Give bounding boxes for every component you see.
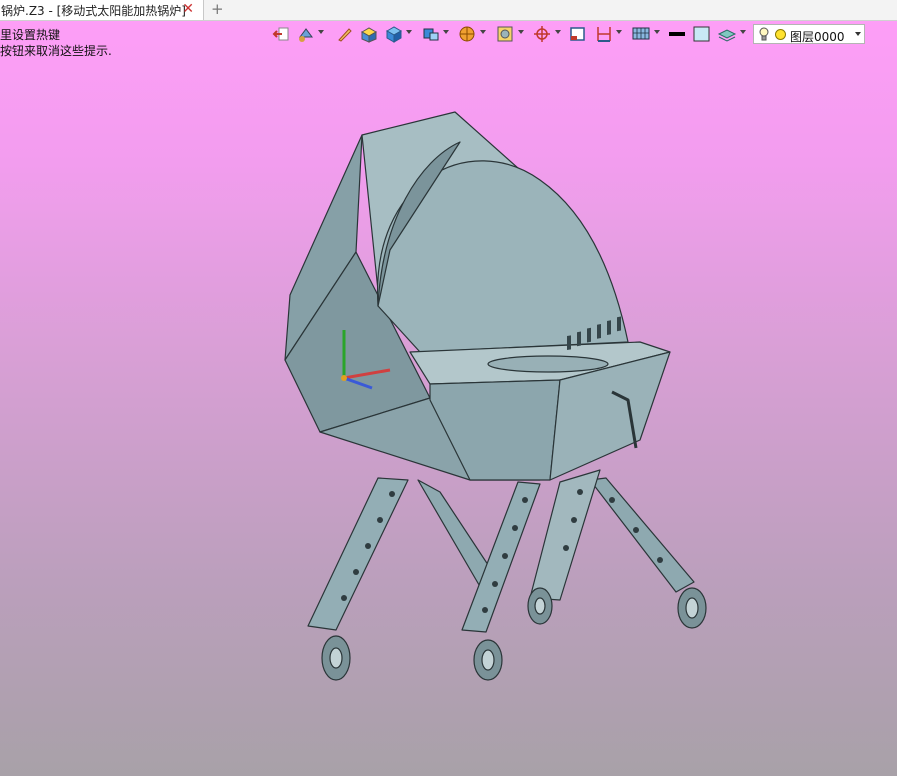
line-color-swatch[interactable] <box>667 25 687 43</box>
new-tab-button[interactable]: + <box>211 0 224 18</box>
caster-wheels <box>321 587 707 681</box>
dimension-icon[interactable] <box>594 25 614 43</box>
fill-color-swatch[interactable] <box>692 25 712 43</box>
cube-icon[interactable] <box>384 25 404 43</box>
frame-icon[interactable] <box>495 25 515 43</box>
hint-text-line-2: 按钮来取消这些提示. <box>0 44 112 58</box>
front-right-leg <box>529 469 601 601</box>
document-tab-bar: 锅炉.Z3 - [移动式太阳能加热锅炉] ✕ + <box>0 0 897 21</box>
dimension-dropdown-arrow[interactable] <box>616 30 622 34</box>
hint-text-line-1: 里设置热键 <box>0 28 61 42</box>
layers-icon[interactable] <box>717 25 737 43</box>
box-face-icon[interactable] <box>359 25 379 43</box>
front-left-leg <box>307 477 409 631</box>
cube-dropdown-arrow[interactable] <box>406 30 412 34</box>
back-right-leg <box>589 477 695 593</box>
crosshair-icon[interactable] <box>532 25 552 43</box>
lightbulb-icon <box>759 27 769 41</box>
document-tab-title: 锅炉.Z3 - [移动式太阳能加热锅炉] <box>1 3 186 18</box>
sphere-icon[interactable] <box>457 25 477 43</box>
pencil-icon[interactable] <box>335 25 355 43</box>
exit-icon[interactable] <box>272 25 292 43</box>
layer-color-icon <box>775 29 786 40</box>
grid-icon[interactable] <box>631 25 651 43</box>
display-mode-icon[interactable] <box>421 25 441 43</box>
display-mode-dropdown-arrow[interactable] <box>443 30 449 34</box>
sphere-dropdown-arrow[interactable] <box>480 30 486 34</box>
square-icon[interactable] <box>568 25 588 43</box>
layers-dropdown-arrow[interactable] <box>740 30 746 34</box>
crosshair-dropdown-arrow[interactable] <box>555 30 561 34</box>
grid-dropdown-arrow[interactable] <box>654 30 660 34</box>
chevron-down-icon <box>855 32 861 36</box>
frame-dropdown-arrow[interactable] <box>518 30 524 34</box>
close-icon[interactable]: ✕ <box>182 1 194 17</box>
boiler-model[interactable] <box>0 0 897 776</box>
layer-selector[interactable]: 图层0000 <box>753 24 865 44</box>
document-tab[interactable]: 锅炉.Z3 - [移动式太阳能加热锅炉] ✕ <box>0 0 204 20</box>
fill-dropdown-arrow[interactable] <box>318 30 324 34</box>
fill-icon[interactable] <box>296 25 316 43</box>
layer-name: 图层0000 <box>790 30 845 44</box>
burner-plate <box>487 355 609 373</box>
